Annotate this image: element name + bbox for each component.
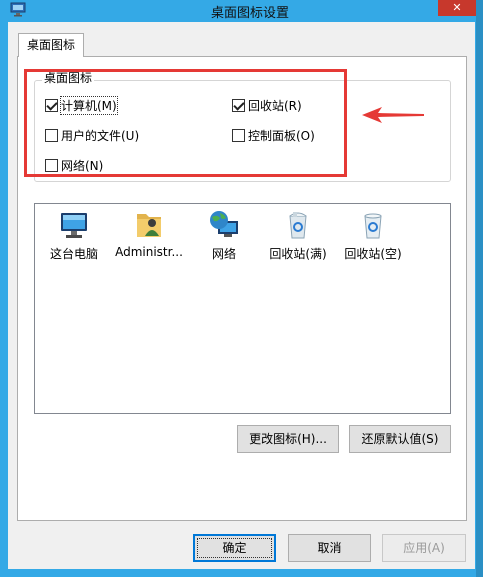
user-folder-icon	[137, 214, 161, 237]
cancel-button[interactable]: 取消	[288, 534, 371, 562]
apply-button[interactable]: 应用(A)	[382, 534, 466, 562]
icon-label: 这台电脑	[49, 247, 98, 261]
icon-item-recycle-bin-empty[interactable]: 回收站(空)	[336, 208, 410, 262]
window-title: 桌面图标设置	[210, 6, 289, 21]
recycle-bin-empty-icon	[364, 213, 382, 239]
icon-preview-list[interactable]: 这台电脑 Administr... 网络 回收站(满) 回收站(空)	[34, 203, 451, 414]
checkbox-label[interactable]: 控制面板(O)	[248, 127, 315, 144]
icon-item-recycle-bin-full[interactable]: 回收站(满)	[261, 208, 335, 262]
checkbox-label[interactable]: 回收站(R)	[248, 97, 302, 114]
tab-desktop-icons[interactable]: 桌面图标	[18, 33, 84, 57]
window-right-border	[476, 0, 483, 577]
checkbox-box[interactable]	[232, 98, 245, 112]
change-icon-button[interactable]: 更改图标(H)...	[237, 425, 339, 453]
desktop-settings-icon	[10, 2, 26, 17]
icon-label: 网络	[211, 247, 236, 261]
checkbox-box[interactable]	[45, 128, 58, 142]
checkbox-recycle-bin[interactable]: 回收站(R)	[232, 97, 302, 113]
checkbox-box[interactable]	[45, 98, 58, 112]
icon-label: 回收站(空)	[344, 247, 402, 261]
ok-button[interactable]: 确定	[193, 534, 276, 562]
title-bar[interactable]: 桌面图标设置 ✕	[0, 0, 483, 22]
checkbox-label[interactable]: 网络(N)	[61, 157, 103, 174]
dialog-window: 桌面图标设置 ✕ 桌面图标 桌面图标 计算机(M) 回收站(R) 用户的文件(U…	[0, 0, 483, 577]
close-button[interactable]: ✕	[438, 0, 476, 16]
icon-label: Administr...	[115, 245, 183, 259]
icon-item-network[interactable]: 网络	[187, 208, 261, 262]
computer-icon	[61, 213, 87, 238]
groupbox-label: 桌面图标	[42, 71, 95, 85]
icon-label: 回收站(满)	[269, 247, 327, 261]
annotation-arrow-icon	[362, 107, 424, 123]
recycle-bin-full-icon	[289, 212, 307, 239]
icon-item-administrator[interactable]: Administr...	[112, 208, 186, 259]
checkbox-box[interactable]	[232, 128, 245, 142]
window-bottom-border	[8, 569, 475, 577]
checkbox-box[interactable]	[45, 158, 58, 172]
icon-item-this-pc[interactable]: 这台电脑	[37, 208, 111, 262]
checkbox-label[interactable]: 计算机(M)	[60, 95, 118, 115]
checkbox-network[interactable]: 网络(N)	[45, 157, 103, 173]
checkbox-computer[interactable]: 计算机(M)	[45, 95, 118, 115]
checkbox-control-panel[interactable]: 控制面板(O)	[232, 127, 315, 143]
restore-default-button[interactable]: 还原默认值(S)	[349, 425, 451, 453]
checkbox-label[interactable]: 用户的文件(U)	[61, 127, 139, 144]
checkbox-user-files[interactable]: 用户的文件(U)	[45, 127, 139, 143]
network-globe-icon	[210, 211, 238, 237]
